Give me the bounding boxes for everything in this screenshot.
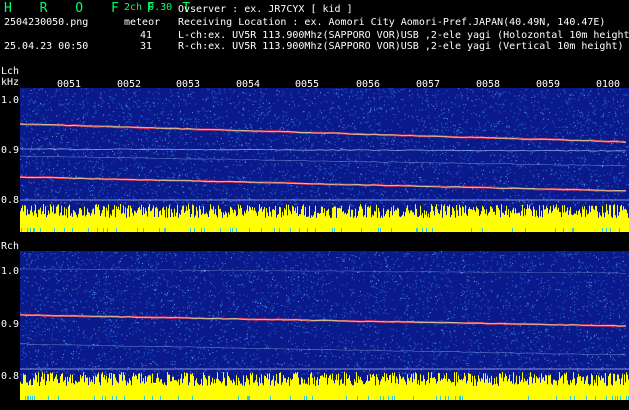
- location-line: Receiving Location : ex. Aomori City Aom…: [178, 17, 606, 28]
- lch-label: Lch: [1, 66, 20, 77]
- mode-label: 2ch 0.30: [124, 2, 173, 13]
- rch-config-line: R-ch:ex. UV5R 113.900Mhz(SAPPORO VOR)USB…: [178, 41, 624, 52]
- filename-label: 2504230050.png: [4, 17, 89, 28]
- meteor-label: meteor: [124, 17, 161, 28]
- rch-tick-0-8: 0.8: [1, 371, 20, 382]
- rch-spectrogram: [20, 251, 629, 400]
- lch-tick-0-9: 0.9: [1, 145, 20, 156]
- lch-tick-0-8: 0.8: [1, 195, 20, 206]
- rch-tick-0-9: 0.9: [1, 319, 20, 330]
- lch-tick-1-0: 1.0: [1, 95, 20, 106]
- lch-meteor-count: 41: [139, 30, 152, 41]
- lch-spectrogram-canvas: [20, 88, 629, 232]
- lch-unit-label: kHz: [1, 77, 20, 88]
- lch-spectrogram: [20, 88, 629, 232]
- rch-label: Rch: [1, 241, 20, 252]
- rch-meteor-count: 31: [139, 41, 152, 52]
- rch-tick-1-0: 1.0: [1, 266, 20, 277]
- lch-config-line: L-ch:ex. UV5R 113.900Mhz(SAPPORO VOR)USB…: [178, 30, 629, 41]
- observer-line: Ovserver : ex. JR7CYX [ kid ]: [178, 4, 353, 15]
- datetime-label: 25.04.23 00:50: [4, 41, 89, 52]
- rch-spectrogram-canvas: [20, 251, 629, 400]
